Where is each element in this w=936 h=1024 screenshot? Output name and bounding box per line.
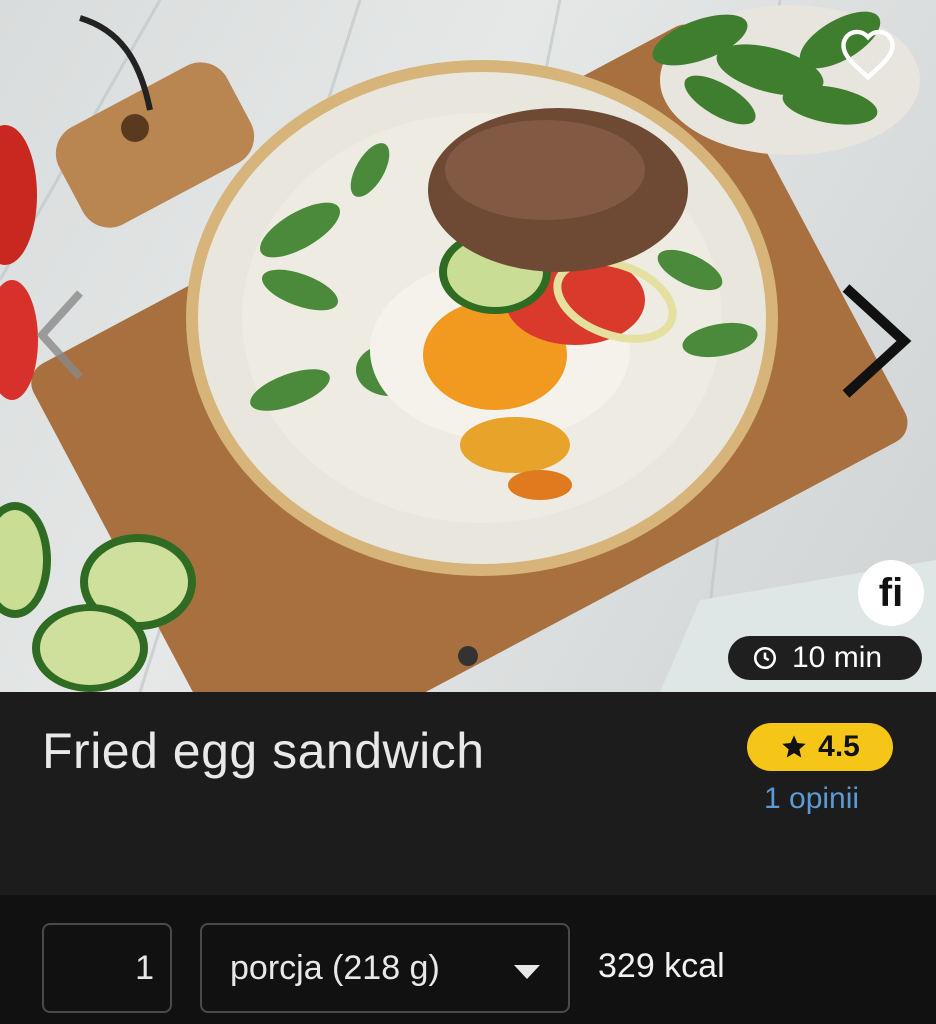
recipe-header: Fried egg sandwich 4.5 1 opinii [0,692,936,895]
recipe-photo [0,0,936,692]
calories-value: 329 kcal [598,947,725,985]
quantity-input[interactable]: 1 [42,923,172,1013]
recipe-image-carousel[interactable]: fi 10 min [0,0,936,692]
brand-badge-text: fi [878,570,904,615]
previous-image-button[interactable] [30,285,90,385]
favorite-button[interactable] [836,24,900,84]
carousel-dot-active[interactable] [458,646,478,666]
reviews-link[interactable]: 1 opinii [764,782,859,816]
prep-time-text: 10 min [792,641,883,674]
prep-time-badge: 10 min [728,636,922,680]
chevron-right-icon [842,284,912,398]
clock-icon [752,645,778,671]
star-icon [782,735,806,758]
heart-outline-icon [841,29,895,81]
caret-down-icon [514,965,540,979]
rating-badge[interactable]: 4.5 [747,723,893,771]
next-image-button[interactable] [836,282,916,400]
chevron-left-icon [36,290,83,380]
portion-unit-value: porcja (218 g) [230,948,440,987]
brand-badge: fi [858,560,924,626]
portion-unit-select[interactable]: porcja (218 g) [200,923,570,1013]
rating-value: 4.5 [818,730,860,763]
quantity-value: 1 [135,948,154,987]
serving-controls: 1 porcja (218 g) 329 kcal [0,895,936,1024]
recipe-title: Fried egg sandwich [42,723,485,779]
